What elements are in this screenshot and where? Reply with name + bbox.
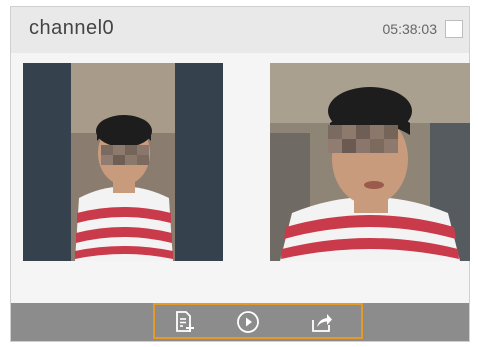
action-toolbar [11, 303, 469, 341]
snapshot-left[interactable] [23, 63, 223, 261]
timestamp: 05:38:03 [382, 21, 438, 37]
add-document-button[interactable] [171, 309, 197, 335]
export-button[interactable] [309, 309, 335, 335]
channel-card: channel0 05:38:03 [10, 6, 470, 342]
select-checkbox[interactable] [445, 20, 463, 38]
add-document-icon [176, 311, 194, 332]
channel-name: channel0 [29, 17, 115, 39]
play-button[interactable] [235, 309, 261, 335]
snapshot-right-image [270, 63, 470, 261]
card-header: channel0 05:38:03 [11, 7, 469, 53]
snapshot-right[interactable] [270, 63, 470, 261]
play-icon [237, 311, 259, 333]
export-icon [312, 314, 332, 332]
snapshot-left-image [23, 63, 223, 261]
